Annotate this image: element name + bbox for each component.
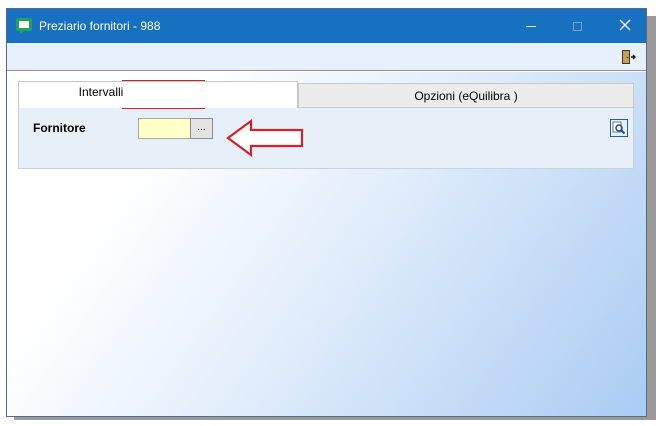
main-content: Intervalli Opzioni (eQuilibra ) Fornitor… [7, 72, 646, 416]
supplier-input[interactable] [138, 118, 190, 139]
exit-button[interactable] [618, 48, 638, 68]
app-icon [15, 17, 33, 35]
search-button[interactable] [609, 119, 628, 140]
maximize-icon [572, 21, 582, 31]
filter-panel: Fornitore ... [18, 108, 634, 169]
window-title: Preziario fornitori - 988 [39, 19, 161, 33]
supplier-browse-button[interactable]: ... [190, 118, 213, 139]
tab-label: Opzioni (eQuilibra ) [414, 89, 518, 103]
supplier-label: Fornitore [33, 121, 86, 135]
tab-label: Intervalli [78, 85, 124, 99]
red-arrow-left-icon [225, 117, 305, 159]
app-window: Preziario fornitori - 988 Intervalli Opz… [6, 8, 647, 417]
maximize-button[interactable] [554, 9, 600, 43]
minimize-button[interactable] [508, 9, 554, 43]
minimize-icon [526, 25, 536, 27]
close-icon [619, 19, 631, 34]
search-icon [609, 119, 628, 140]
tab-intervalli[interactable]: Intervalli [18, 81, 298, 108]
close-button[interactable] [602, 9, 646, 43]
tab-opzioni[interactable]: Opzioni (eQuilibra ) [298, 83, 634, 108]
toolbar [7, 43, 646, 71]
title-bar[interactable]: Preziario fornitori - 988 [7, 9, 646, 43]
tab-strip: Intervalli Opzioni (eQuilibra ) [18, 81, 634, 108]
exit-door-icon [620, 49, 636, 68]
